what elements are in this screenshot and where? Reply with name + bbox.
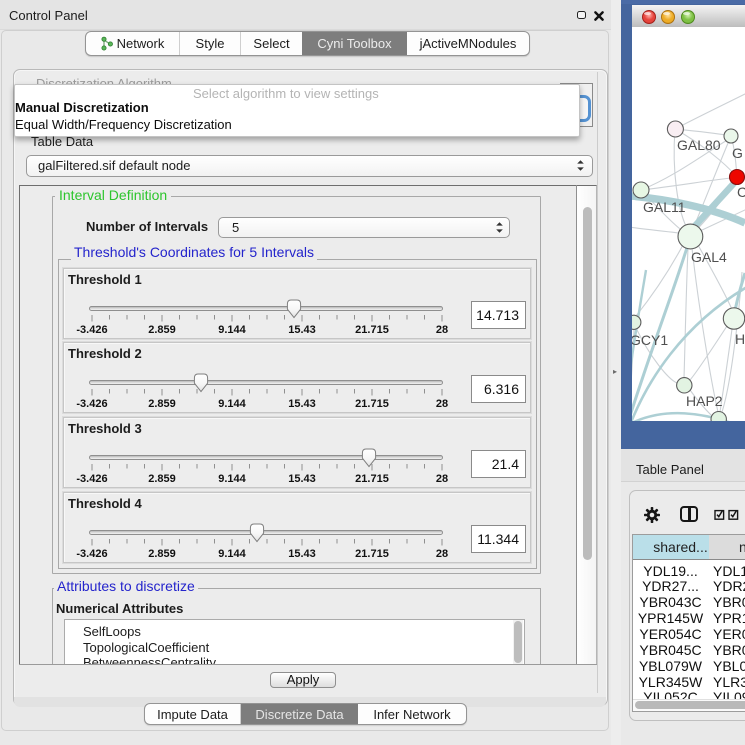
svg-text:HAP2: HAP2 [686, 393, 723, 409]
svg-text:GAL80: GAL80 [677, 137, 721, 153]
svg-text:G: G [732, 145, 743, 161]
svg-text:GAL4: GAL4 [691, 249, 727, 265]
svg-text:GCY1: GCY1 [632, 332, 668, 348]
svg-text:H: H [735, 331, 745, 347]
svg-text:C: C [737, 184, 745, 200]
svg-text:GAL11: GAL11 [643, 199, 686, 215]
